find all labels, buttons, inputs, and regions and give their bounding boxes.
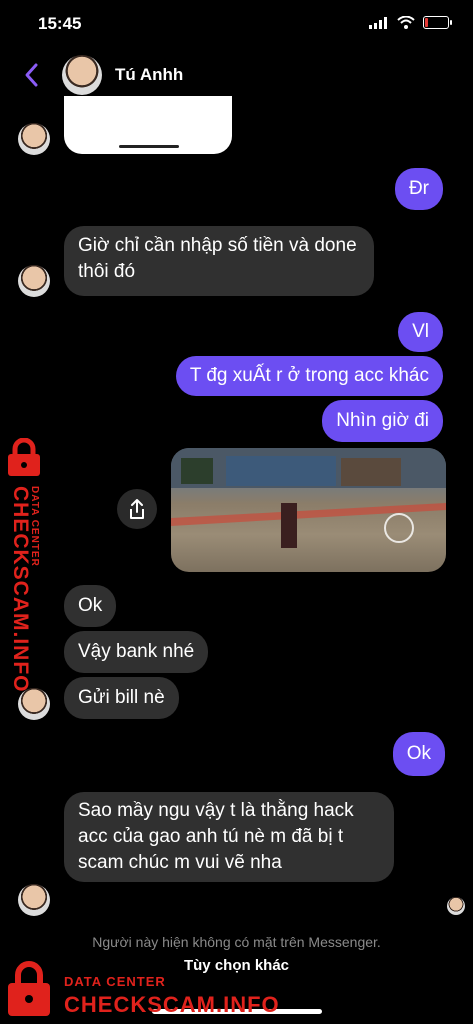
status-icons bbox=[369, 16, 452, 29]
inactive-notice: Người này hiện không có mặt trên Messeng… bbox=[92, 934, 381, 950]
contact-avatar-small bbox=[18, 884, 50, 916]
status-time: 15:45 bbox=[38, 14, 82, 33]
lock-icon bbox=[8, 438, 40, 476]
message-outgoing[interactable]: Nhìn giờ đi bbox=[322, 400, 443, 442]
message-outgoing[interactable]: Ok bbox=[392, 732, 445, 776]
share-button[interactable] bbox=[117, 489, 157, 529]
contact-avatar-small bbox=[18, 688, 50, 720]
message-incoming[interactable]: Gửi bill nè bbox=[64, 677, 179, 719]
back-button[interactable] bbox=[20, 60, 44, 90]
lock-icon bbox=[8, 961, 50, 1016]
message-outgoing[interactable]: Đr bbox=[394, 168, 443, 210]
seen-avatar bbox=[447, 897, 465, 915]
message-incoming[interactable]: Giờ chỉ cần nhập số tiền và done thôi đó bbox=[64, 226, 374, 296]
message-incoming[interactable]: Ok bbox=[64, 585, 117, 627]
chat-header: Tú Anhh bbox=[0, 52, 473, 100]
contact-avatar[interactable] bbox=[62, 55, 102, 95]
watermark-bottom-tagline: DATA CENTER bbox=[64, 974, 166, 989]
watermark-bottom: DATA CENTER CHECKSCAM.INFO bbox=[6, 960, 296, 1020]
message-outgoing[interactable]: T đg xuẤt r ở trong acc khác bbox=[175, 356, 443, 396]
message-incoming[interactable]: Vậy bank nhé bbox=[64, 631, 209, 673]
contact-avatar-small bbox=[18, 265, 50, 297]
message-outgoing[interactable]: Vl bbox=[398, 312, 443, 352]
shared-image-card[interactable] bbox=[64, 96, 232, 154]
battery-icon bbox=[423, 16, 452, 29]
wifi-icon bbox=[397, 16, 415, 29]
signal-icon bbox=[369, 16, 387, 29]
game-scene bbox=[171, 448, 446, 548]
chevron-left-icon bbox=[25, 63, 38, 87]
message-incoming[interactable]: Sao mầy ngu vậy t là thằng hack acc của … bbox=[64, 792, 394, 882]
share-icon bbox=[130, 499, 144, 519]
game-screenshot-image[interactable] bbox=[171, 448, 446, 572]
watermark-side: CHECKSCAM.INFO DATA CENTER bbox=[2, 438, 48, 693]
watermark-side-tagline: DATA CENTER bbox=[29, 486, 40, 567]
contact-avatar-small bbox=[18, 123, 50, 155]
watermark-bottom-brand: CHECKSCAM.INFO bbox=[64, 992, 280, 1017]
contact-name[interactable]: Tú Anhh bbox=[115, 65, 183, 85]
